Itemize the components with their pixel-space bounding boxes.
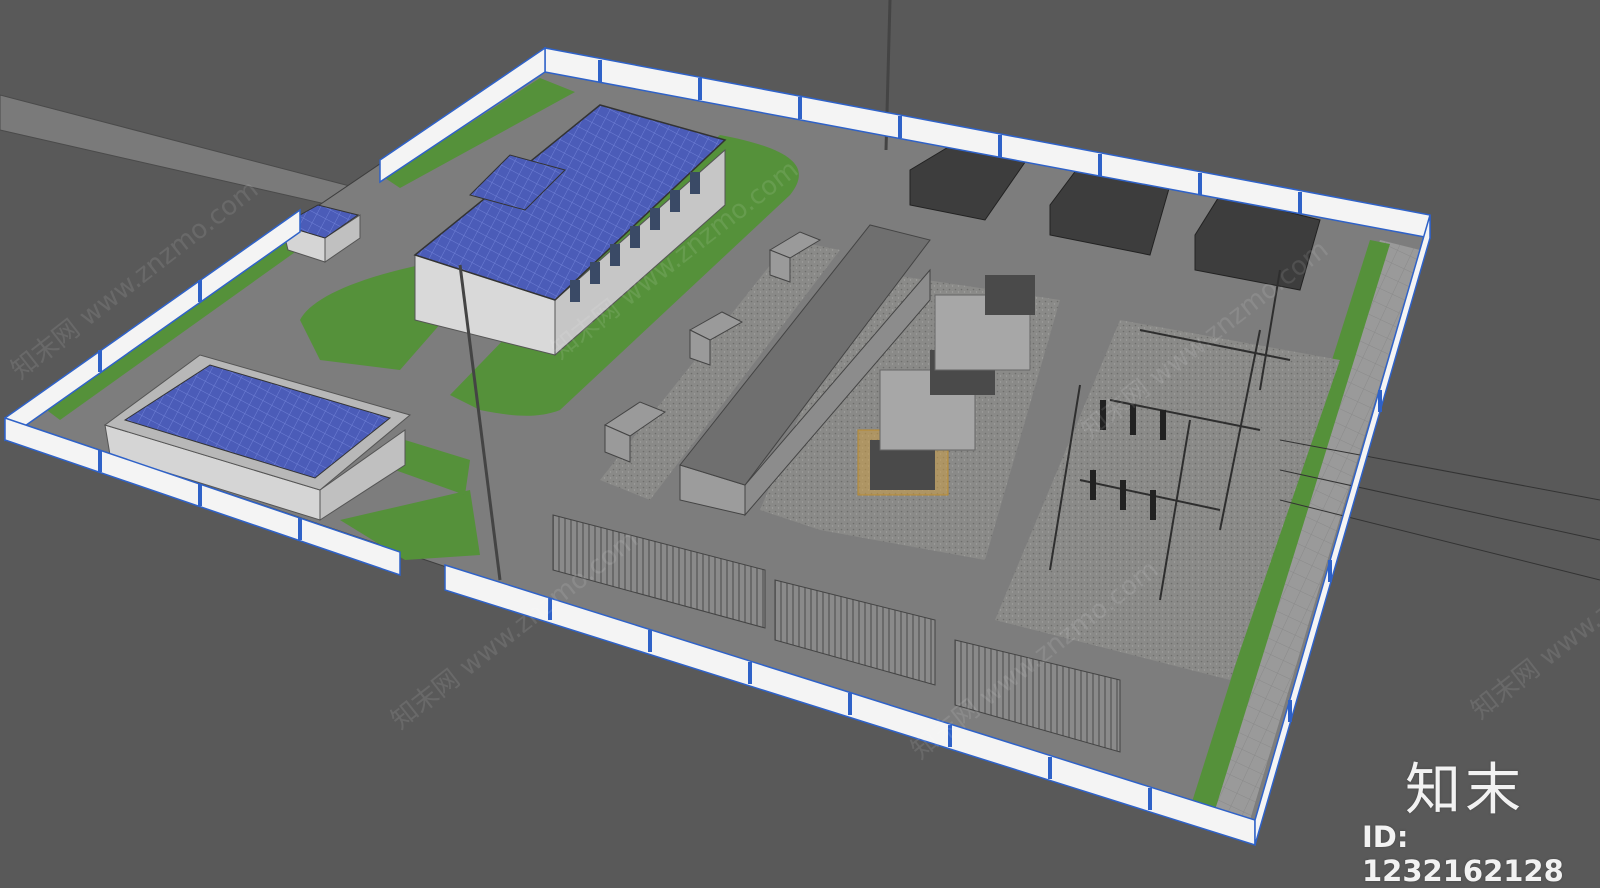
access-road [0, 94, 367, 206]
watermark-id: ID: 1232162128 [1362, 820, 1564, 888]
watermark-logo: 知末 [1405, 758, 1525, 823]
svg-text:知末网 www.znzmo.com: 知末网 www.znzmo.com [1466, 515, 1600, 726]
substation-3d-scene: 知末网 www.znzmo.com 知末网 www.znzmo.com 知末网 … [0, 0, 1600, 847]
